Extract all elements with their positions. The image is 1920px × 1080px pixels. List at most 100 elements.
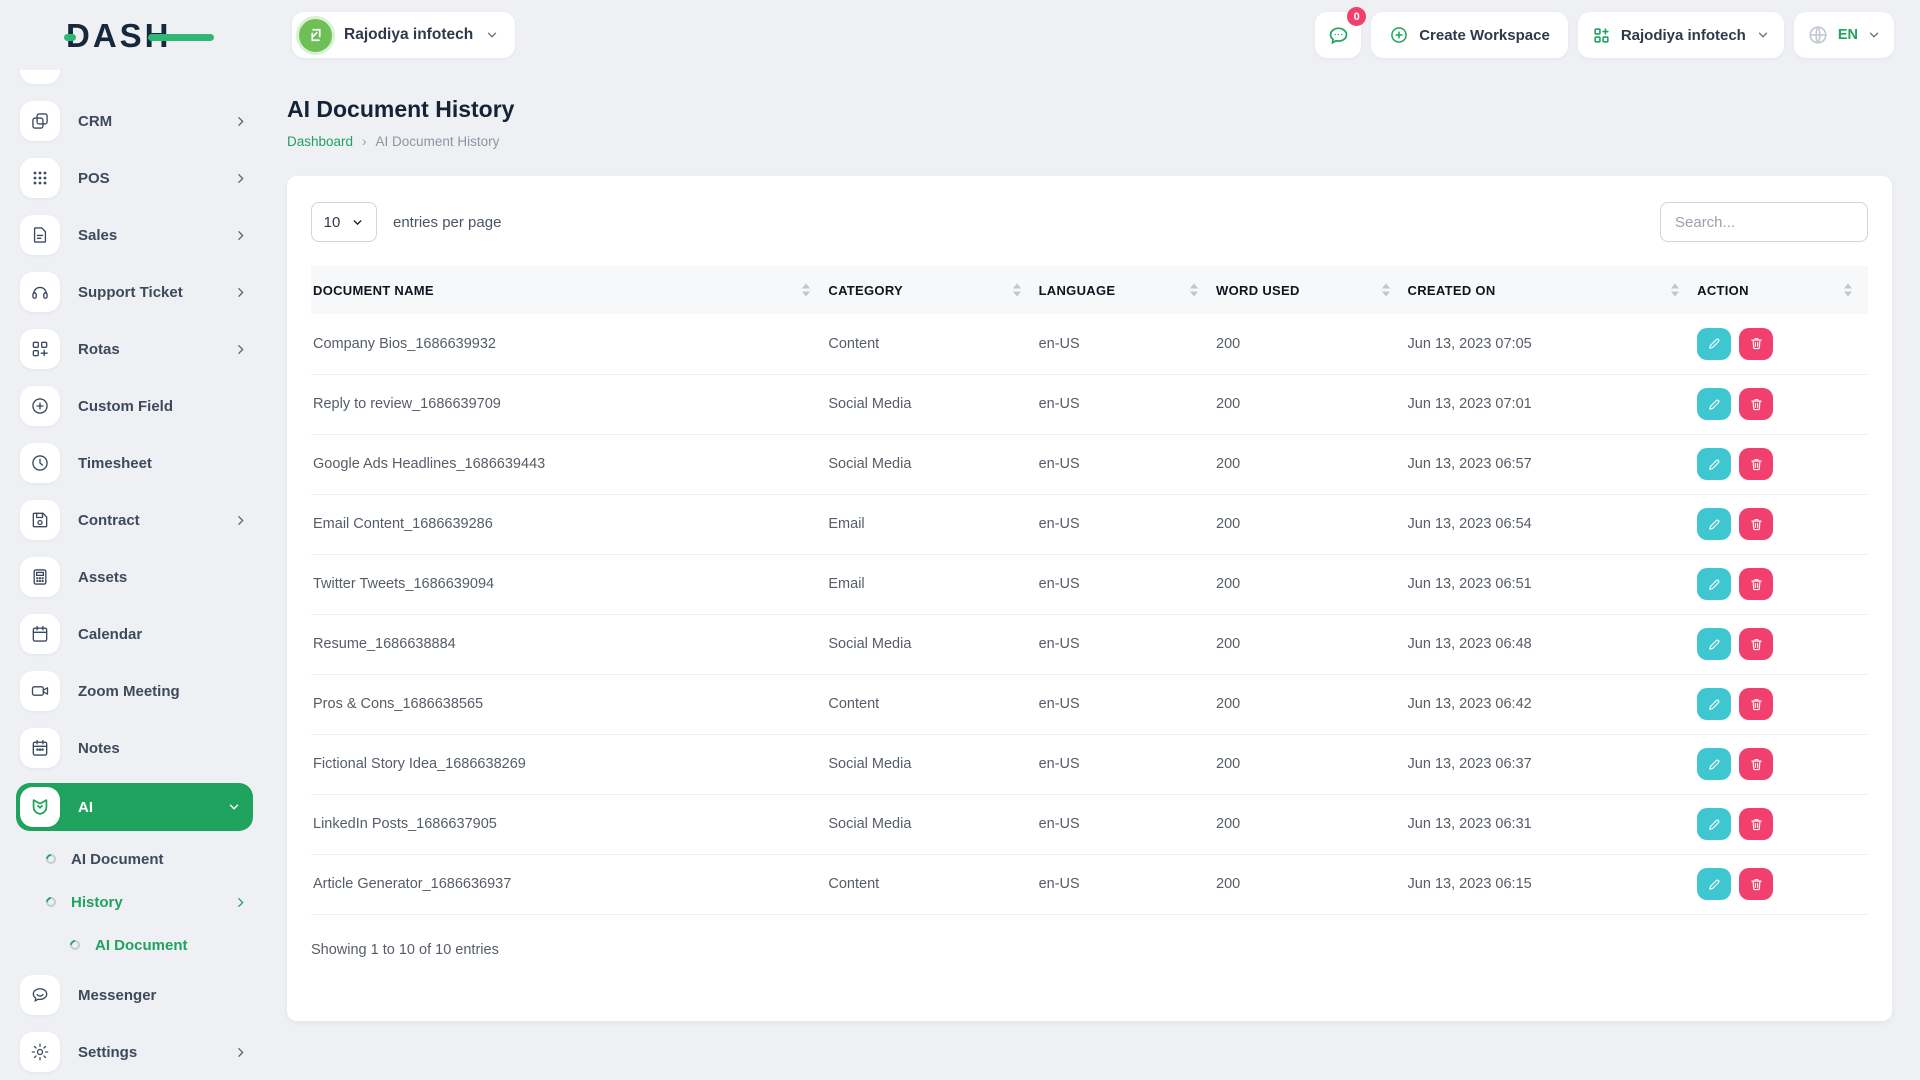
sidebar-item-calendar[interactable]: Calendar: [20, 614, 247, 654]
cell-action: [1695, 374, 1868, 434]
edit-button[interactable]: [1697, 388, 1732, 420]
timesheet-icon: [20, 443, 60, 483]
edit-button[interactable]: [1697, 327, 1732, 360]
chevron-right-icon: [238, 897, 244, 907]
bullet-ring-icon: [67, 937, 83, 953]
cell-category: Social Media: [828, 756, 912, 772]
sidebar-item-ai[interactable]: AI: [16, 783, 253, 831]
table-controls: 10 entries per page: [311, 202, 1868, 242]
cell-action: [1695, 854, 1868, 914]
chevron-right-icon: [238, 230, 244, 240]
breadcrumb-current: AI Document History: [375, 134, 500, 149]
sidebar-item-rotas[interactable]: Rotas: [20, 329, 247, 369]
sidebar: CRM POS Sales Support Ticket Rotas Custo…: [0, 70, 273, 1080]
cell-word-used: 200: [1216, 396, 1241, 412]
language-selector[interactable]: EN: [1793, 12, 1894, 58]
column-header-category[interactable]: CATEGORY: [826, 266, 1037, 314]
breadcrumb: Dashboard › AI Document History: [287, 134, 1892, 149]
edit-button[interactable]: [1697, 748, 1732, 780]
delete-button[interactable]: [1739, 508, 1774, 540]
delete-button[interactable]: [1739, 868, 1774, 900]
documents-table: DOCUMENT NAME CATEGORY LANGUAGE WORD USE…: [311, 266, 1868, 915]
circle-plus-icon: [1391, 27, 1408, 43]
column-header-created-on[interactable]: CREATED ON: [1405, 266, 1696, 314]
sidebar-item-assets[interactable]: Assets: [20, 557, 247, 597]
edit-button[interactable]: [1697, 628, 1732, 660]
bullet-ring-icon: [43, 894, 59, 910]
sidebar-item-settings[interactable]: Settings: [20, 1032, 247, 1072]
cell-word-used: 200: [1216, 876, 1241, 892]
entries-per-page-select[interactable]: 10: [311, 202, 377, 242]
workspace-avatar: [299, 18, 332, 52]
account-selector[interactable]: Rajodiya infotech: [1577, 12, 1784, 58]
create-workspace-button[interactable]: Create Workspace: [1371, 12, 1568, 58]
sort-icon: [1844, 283, 1852, 297]
sidebar-item-zoom-meeting[interactable]: Zoom Meeting: [20, 671, 247, 711]
assets-icon: [20, 557, 60, 597]
column-header-action[interactable]: ACTION: [1695, 266, 1868, 314]
trash-icon: [1750, 398, 1762, 410]
sort-icon: [1190, 283, 1199, 297]
rotas-icon: [20, 329, 60, 369]
cell-document-name: Company Bios_1686639932: [313, 335, 496, 352]
edit-button[interactable]: [1697, 688, 1732, 720]
sidebar-subitem-ai-document[interactable]: AI Document: [20, 846, 247, 872]
delete-button[interactable]: [1739, 688, 1774, 720]
delete-button[interactable]: [1739, 748, 1774, 780]
custom-field-icon: [20, 386, 60, 426]
sidebar-item-pos[interactable]: POS: [20, 158, 247, 198]
edit-button[interactable]: [1697, 868, 1732, 900]
sidebar-item-contract[interactable]: Contract: [20, 500, 247, 540]
workspace-selector[interactable]: Rajodiya infotech: [292, 12, 516, 58]
table-row: LinkedIn Posts_1686637905 Social Media e…: [311, 794, 1868, 854]
chat-icon: [1329, 26, 1348, 44]
breadcrumb-dashboard-link[interactable]: Dashboard: [287, 134, 353, 149]
cell-action: [1695, 434, 1868, 494]
sidebar-item-messenger[interactable]: Messenger: [20, 975, 247, 1015]
edit-button[interactable]: [1697, 448, 1732, 480]
trash-icon: [1750, 338, 1762, 350]
delete-button[interactable]: [1739, 388, 1774, 420]
language-code: EN: [1837, 27, 1858, 43]
edit-button[interactable]: [1697, 808, 1732, 840]
delete-button[interactable]: [1739, 568, 1774, 600]
cell-document-name: Google Ads Headlines_1686639443: [313, 456, 546, 472]
pos-icon: [20, 158, 60, 198]
sidebar-item-custom-field[interactable]: Custom Field: [20, 386, 247, 426]
pencil-icon: [1708, 519, 1720, 530]
messages-button[interactable]: 0: [1315, 7, 1367, 58]
delete-button[interactable]: [1739, 448, 1774, 480]
cell-document-name: Article Generator_1686636937: [313, 876, 512, 892]
edit-button[interactable]: [1697, 508, 1732, 540]
sidebar-item-crm[interactable]: CRM: [20, 101, 247, 141]
sidebar-subitem-history[interactable]: History: [20, 889, 247, 915]
workspace-name: Rajodiya infotech: [344, 26, 474, 43]
trash-icon: [1750, 578, 1762, 590]
column-header-language[interactable]: LANGUAGE: [1036, 266, 1215, 314]
sidebar-item-timesheet[interactable]: Timesheet: [20, 443, 247, 483]
sidebar-item-sales[interactable]: Sales: [20, 215, 247, 255]
edit-button[interactable]: [1697, 568, 1732, 600]
sidebar-subitem-history-ai-document[interactable]: AI Document: [20, 932, 247, 958]
cell-category: Email: [828, 576, 865, 592]
trash-icon: [1750, 458, 1762, 470]
zoom-meeting-icon: [20, 671, 60, 711]
delete-button[interactable]: [1739, 327, 1774, 360]
search-input[interactable]: [1660, 202, 1868, 242]
app-logo[interactable]: DASH: [64, 18, 214, 54]
delete-button[interactable]: [1739, 808, 1774, 840]
topbar: DASH Rajodiya infotech 0 Create Workspac…: [0, 0, 1920, 70]
column-header-word-used[interactable]: WORD USED: [1214, 266, 1406, 314]
cell-category: Social Media: [828, 636, 912, 652]
cell-language: en-US: [1038, 576, 1080, 592]
table-footer-summary: Showing 1 to 10 of 10 entries: [311, 941, 499, 958]
sidebar-item-notes[interactable]: Notes: [20, 728, 247, 768]
sidebar-item-support-ticket[interactable]: Support Ticket: [20, 272, 247, 312]
delete-button[interactable]: [1739, 628, 1774, 660]
column-header-document-name[interactable]: DOCUMENT NAME: [311, 266, 827, 314]
pencil-icon: [1708, 338, 1720, 349]
cell-word-used: 200: [1216, 335, 1241, 352]
cell-word-used: 200: [1216, 576, 1241, 592]
table-body: Company Bios_1686639932 Content en-US 20…: [311, 314, 1868, 914]
cell-language: en-US: [1038, 335, 1080, 352]
